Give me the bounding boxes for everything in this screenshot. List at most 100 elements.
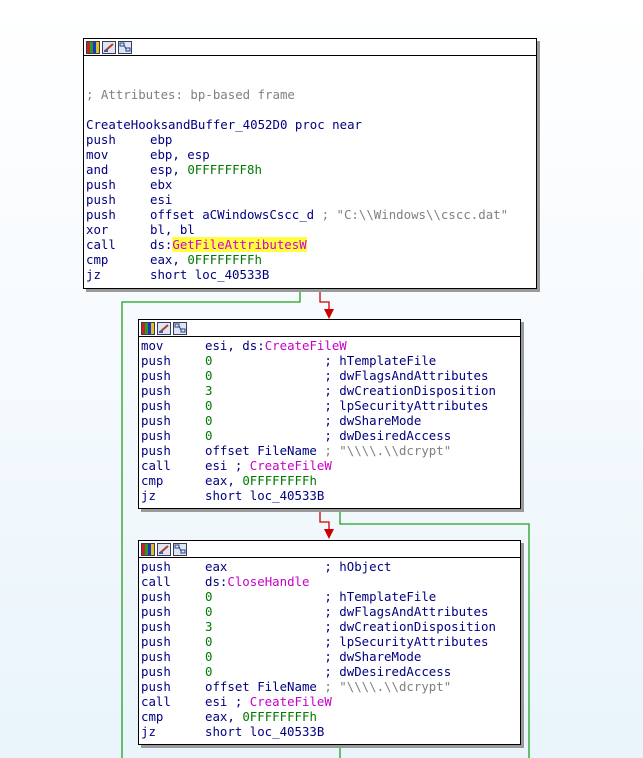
instruction-line[interactable]: push 0 ; hTemplateFile — [141, 589, 520, 604]
mnemonic: push — [141, 679, 171, 694]
operand: offset aCWindowsCscc_d — [150, 207, 322, 222]
instruction-line[interactable]: call ds: GetFileAttributesW — [86, 237, 536, 252]
operand: ebp, esp — [150, 147, 210, 162]
arg-comment: dwFlagsAndAttributes — [339, 604, 489, 619]
operand: ; — [324, 619, 340, 634]
instruction-line[interactable]: mov esi, ds: CreateFileW — [141, 338, 520, 353]
instruction-line[interactable]: push eax ; hObject — [141, 559, 520, 574]
instruction-line[interactable]: push 0 ; dwShareMode — [141, 649, 520, 664]
proc-header-line[interactable]: CreateHooksandBuffer_4052D0 proc near — [86, 117, 536, 132]
proc-name[interactable]: CreateHooksandBuffer_4052D0 proc near — [86, 117, 362, 132]
operand: ; — [324, 413, 340, 428]
mnemonic: and — [86, 162, 109, 177]
arrow-head-2 — [324, 529, 334, 539]
mnemonic: push — [86, 132, 116, 147]
instruction-line[interactable]: push 0 ; hTemplateFile — [141, 353, 520, 368]
arg-comment: dwDesiredAccess — [339, 428, 452, 443]
operand: offset FileName — [205, 679, 325, 694]
disassembly-listing: push eax ; hObject call ds: CloseHandle push 0… — [139, 558, 520, 739]
graph-overview-icon[interactable] — [173, 321, 187, 335]
operand: ebp — [150, 132, 173, 147]
instruction-line[interactable]: push 3 ; dwCreationDisposition — [141, 383, 520, 398]
instruction-line[interactable]: mov ebp, esp — [86, 147, 536, 162]
instruction-line[interactable]: push offset aCWindowsCscc_d ; "C:\\Window… — [86, 207, 536, 222]
operand: esi, ds: — [205, 338, 265, 353]
import-name[interactable]: CreateFileW — [250, 694, 332, 709]
operand: ; — [324, 398, 340, 413]
code-block-2[interactable]: mov esi, ds: CreateFileW push 0 ; hTemplateF… — [138, 319, 521, 509]
palette-icon[interactable] — [141, 321, 155, 335]
numeric-operand: 0FFFFFFFFh — [242, 473, 317, 488]
palette-icon[interactable] — [141, 542, 155, 556]
instruction-line[interactable]: call ds: CloseHandle — [141, 574, 520, 589]
graph-overview-icon[interactable] — [118, 40, 132, 54]
mnemonic: cmp — [141, 473, 164, 488]
comment-line[interactable]: ; Attributes: bp-based frame — [86, 87, 536, 102]
instruction-line[interactable]: push offset FileName ; "\\\\.\\dcrypt" — [141, 443, 520, 458]
pencil-icon[interactable] — [102, 40, 116, 54]
instruction-line[interactable]: push 0 ; dwShareMode — [141, 413, 520, 428]
instruction-line[interactable]: cmp eax, 0FFFFFFFFh — [86, 252, 536, 267]
instruction-line[interactable]: push 0 ; dwFlagsAndAttributes — [141, 604, 520, 619]
numeric-operand: 0 — [205, 649, 325, 664]
code-block-3[interactable]: push eax ; hObject call ds: CloseHandle push 0… — [138, 540, 521, 745]
mnemonic: call — [141, 458, 171, 473]
highlighted-import-name[interactable]: GetFileAttributesW — [172, 237, 307, 252]
arg-comment: lpSecurityAttributes — [339, 634, 489, 649]
numeric-operand: 0 — [205, 368, 325, 383]
numeric-operand: 0FFFFFFFFh — [242, 709, 317, 724]
operand: eax, — [150, 252, 188, 267]
mnemonic: push — [141, 443, 171, 458]
instruction-line[interactable]: push offset FileName ; "\\\\.\\dcrypt" — [141, 679, 520, 694]
instruction-line[interactable]: jz short loc_40533B — [86, 267, 536, 282]
mnemonic: push — [141, 383, 171, 398]
import-name[interactable]: CloseHandle — [227, 574, 309, 589]
instruction-line[interactable]: cmp eax, 0FFFFFFFFh — [141, 473, 520, 488]
operand: short loc_40533B — [205, 724, 325, 739]
instruction-line[interactable]: call esi ; CreateFileW — [141, 458, 520, 473]
operand: ebx — [150, 177, 173, 192]
operand: ; — [324, 649, 340, 664]
instruction-line[interactable]: push 0 ; dwDesiredAccess — [141, 664, 520, 679]
operand: esi ; — [205, 458, 250, 473]
disassembly-listing: ; Attributes: bp-based frame CreateHooksa… — [84, 56, 536, 282]
arrow-head-1 — [324, 309, 334, 319]
instruction-line[interactable]: push 0 ; lpSecurityAttributes — [141, 634, 520, 649]
operand: ds: — [150, 237, 173, 252]
instruction-line[interactable]: push 0 ; lpSecurityAttributes — [141, 398, 520, 413]
instruction-line[interactable]: cmp eax, 0FFFFFFFFh — [141, 709, 520, 724]
graph-overview-icon[interactable] — [173, 542, 187, 556]
code-block-1[interactable]: ; Attributes: bp-based frame CreateHooksa… — [83, 38, 537, 289]
mnemonic: push — [141, 413, 171, 428]
pencil-icon[interactable] — [157, 542, 171, 556]
operand: ; — [324, 634, 340, 649]
instruction-line[interactable]: jz short loc_40533B — [141, 488, 520, 503]
pencil-icon[interactable] — [157, 321, 171, 335]
mnemonic: push — [141, 559, 171, 574]
mnemonic: push — [141, 604, 171, 619]
instruction-line[interactable]: call esi ; CreateFileW — [141, 694, 520, 709]
instruction-line[interactable]: and esp, 0FFFFFFF8h — [86, 162, 536, 177]
comment-text: ; Attributes: bp-based frame — [86, 87, 295, 102]
instruction-line[interactable]: push ebp — [86, 132, 536, 147]
arg-comment: lpSecurityAttributes — [339, 398, 489, 413]
instruction-line[interactable]: xor bl, bl — [86, 222, 536, 237]
instruction-line[interactable]: push 3 ; dwCreationDisposition — [141, 619, 520, 634]
palette-icon[interactable] — [86, 40, 100, 54]
comment: ; "C:\\Windows\\cscc.dat" — [321, 207, 509, 222]
arg-comment: dwCreationDisposition — [339, 383, 496, 398]
import-name[interactable]: CreateFileW — [265, 338, 347, 353]
instruction-line[interactable]: push ebx — [86, 177, 536, 192]
mnemonic: call — [141, 694, 171, 709]
instruction-line[interactable]: push esi — [86, 192, 536, 207]
import-name[interactable]: CreateFileW — [250, 458, 332, 473]
instruction-line[interactable]: jz short loc_40533B — [141, 724, 520, 739]
instruction-line[interactable]: push 0 ; dwFlagsAndAttributes — [141, 368, 520, 383]
instruction-line[interactable]: push 0 ; dwDesiredAccess — [141, 428, 520, 443]
node-header — [84, 39, 536, 56]
arg-comment: dwCreationDisposition — [339, 619, 496, 634]
operand: eax ; — [205, 559, 340, 574]
